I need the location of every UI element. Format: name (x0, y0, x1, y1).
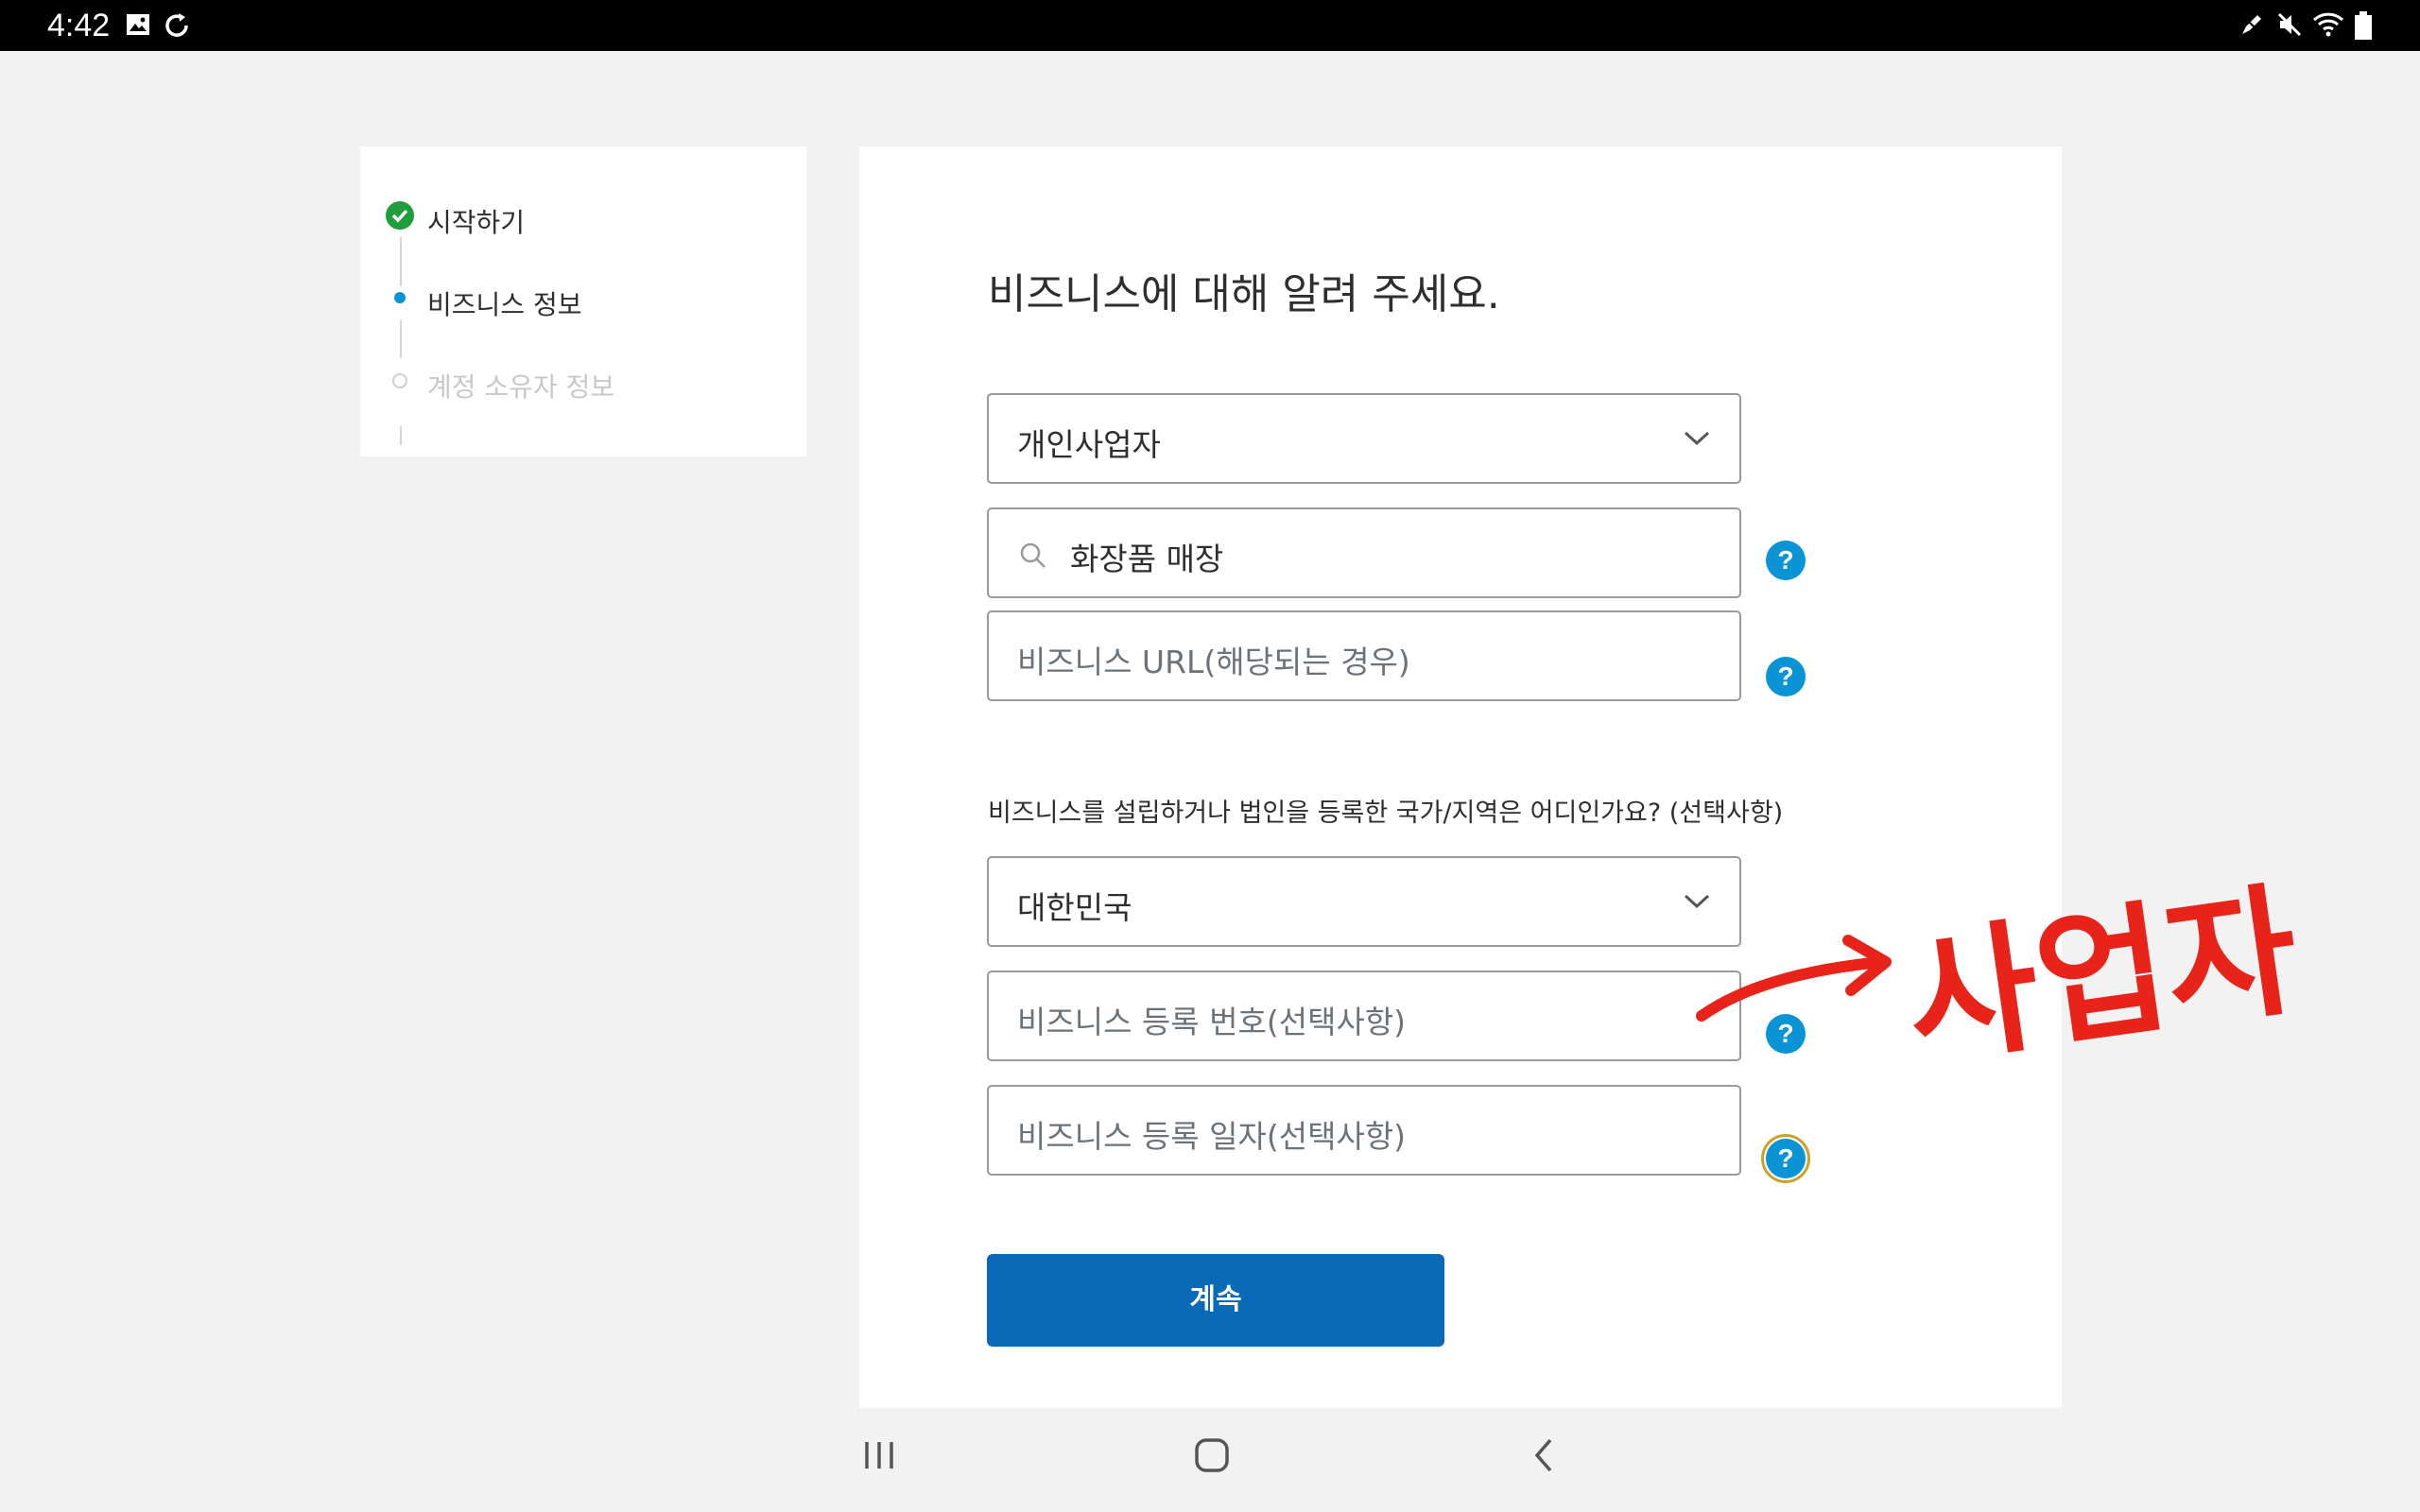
battery-icon (2354, 11, 2373, 43)
image-icon (125, 11, 151, 42)
category-value: 화장품 매장 (1070, 541, 1224, 577)
country-question-label: 비즈니스를 설립하거나 법인을 등록한 국가/지역은 어디인가요? (선택사항) (988, 799, 1784, 828)
wifi-icon (2312, 11, 2344, 42)
business-type-select[interactable]: 개인사업자 (987, 393, 1741, 484)
reg-number-placeholder: 비즈니스 등록 번호(선택사항) (1017, 1004, 1407, 1040)
business-url-input[interactable]: 비즈니스 URL(해당되는 경우) (987, 610, 1741, 701)
recents-icon[interactable] (862, 1436, 896, 1478)
step-connector (400, 320, 402, 358)
progress-stepper: 시작하기 비즈니스 정보 계정 소유자 정보 (360, 146, 806, 456)
category-search-field[interactable]: 화장품 매장 (987, 507, 1741, 598)
current-step-dot (394, 292, 406, 303)
help-icon[interactable]: ? (1766, 541, 1806, 580)
pen-icon (2238, 11, 2265, 42)
registration-date-input[interactable]: 비즈니스 등록 일자(선택사항) (987, 1085, 1741, 1176)
home-icon[interactable] (1193, 1436, 1231, 1478)
system-nav-bar (0, 1408, 2420, 1512)
step-label: 비즈니스 정보 (427, 289, 582, 320)
step-connector (400, 426, 402, 445)
step-label: 계정 소유자 정보 (427, 371, 615, 403)
back-icon[interactable] (1530, 1436, 1558, 1478)
country-value: 대한민국 (1017, 889, 1132, 926)
url-placeholder: 비즈니스 URL(해당되는 경우) (1017, 644, 1410, 680)
step-label: 시작하기 (427, 207, 526, 238)
business-type-value: 개인사업자 (1017, 426, 1161, 463)
handwritten-annotation: 사업자 (1692, 868, 2308, 1086)
chevron-down-icon (1683, 429, 1711, 452)
check-circle-icon (385, 200, 415, 234)
status-bar: 4:42 (0, 0, 2420, 51)
page-title: 비즈니스에 대해 알려 주세요. (988, 270, 1500, 318)
step-connector (400, 237, 402, 286)
help-icon[interactable]: ? (1766, 657, 1806, 696)
country-select[interactable]: 대한민국 (987, 856, 1741, 947)
reg-date-placeholder: 비즈니스 등록 일자(선택사항) (1017, 1118, 1407, 1155)
pending-step-dot (392, 373, 407, 388)
status-time: 4:42 (47, 8, 111, 43)
search-icon (1019, 541, 1047, 574)
registration-number-input[interactable]: 비즈니스 등록 번호(선택사항) (987, 971, 1741, 1061)
mute-icon (2276, 11, 2303, 42)
help-icon[interactable]: ? (1761, 1134, 1810, 1183)
sync-icon (163, 11, 191, 43)
business-info-card: 비즈니스에 대해 알려 주세요. 개인사업자 ? 화장품 매장 ? 비즈니스 U… (859, 146, 2062, 1409)
continue-button[interactable]: 계속 (987, 1254, 1444, 1347)
